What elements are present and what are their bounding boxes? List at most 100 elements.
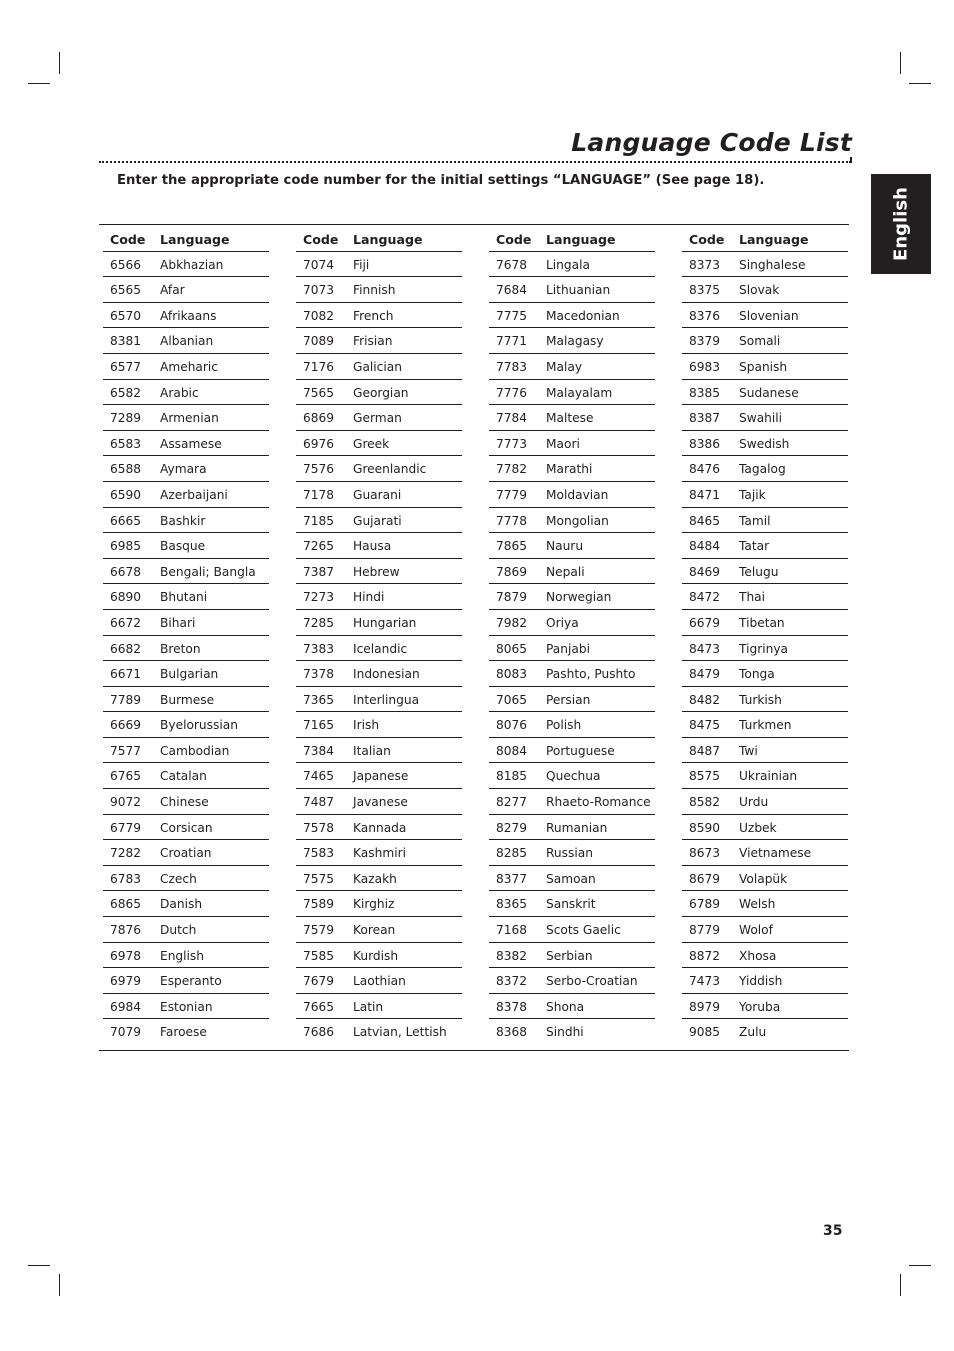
table-row: 6566 Abkhazian bbox=[103, 252, 269, 278]
table-row: 6671 Bulgarian bbox=[103, 661, 269, 687]
language-code: 8372 bbox=[496, 974, 528, 989]
table-row: 8872 Xhosa bbox=[682, 943, 848, 969]
language-name: Russian bbox=[546, 846, 593, 861]
language-name: Faroese bbox=[160, 1025, 207, 1040]
table-row: 8465 Tamil bbox=[682, 508, 848, 534]
language-name: Breton bbox=[160, 641, 201, 656]
language-code: 8376 bbox=[689, 308, 721, 323]
language-name: Basque bbox=[160, 539, 206, 554]
language-code: 7365 bbox=[303, 692, 335, 707]
table-row: 8076 Polish bbox=[489, 712, 655, 738]
table-row: 8779 Wolof bbox=[682, 917, 848, 943]
language-name: Indonesian bbox=[353, 667, 420, 682]
language-code: 7089 bbox=[303, 334, 335, 349]
language-code: 8673 bbox=[689, 846, 721, 861]
language-section-tab-label: English bbox=[890, 187, 912, 261]
language-name: Javanese bbox=[353, 795, 408, 810]
crop-mark-top-right-horizontal bbox=[909, 83, 931, 84]
language-name: Swedish bbox=[739, 436, 790, 451]
table-row: 7365 Interlingua bbox=[296, 687, 462, 713]
table-row: 6588 Aymara bbox=[103, 456, 269, 482]
language-name: Welsh bbox=[739, 897, 776, 912]
language-code: 7074 bbox=[303, 257, 335, 272]
language-name: Maltese bbox=[546, 411, 594, 426]
table-row: 7583 Kashmiri bbox=[296, 840, 462, 866]
language-code: 8575 bbox=[689, 769, 721, 784]
language-code: 7778 bbox=[496, 513, 528, 528]
table-row: 7178 Guarani bbox=[296, 482, 462, 508]
language-name: Fiji bbox=[353, 257, 370, 272]
language-name: Ameharic bbox=[160, 359, 218, 374]
language-code: 8590 bbox=[689, 820, 721, 835]
table-row: 7665 Latin bbox=[296, 994, 462, 1020]
table-row: 7879 Norwegian bbox=[489, 584, 655, 610]
language-name: Tonga bbox=[739, 667, 775, 682]
table-row: 7771 Malagasy bbox=[489, 328, 655, 354]
table-row: 6890 Bhutani bbox=[103, 584, 269, 610]
language-name: Malagasy bbox=[546, 334, 604, 349]
language-code: 7387 bbox=[303, 564, 335, 579]
language-code: 6682 bbox=[110, 641, 142, 656]
table-row: 8185 Quechua bbox=[489, 763, 655, 790]
language-name: Esperanto bbox=[160, 974, 222, 989]
table-row: 7165 Irish bbox=[296, 712, 462, 738]
table-row: 8979 Yoruba bbox=[682, 994, 848, 1020]
table-row: 6984 Estonian bbox=[103, 994, 269, 1020]
language-name: Serbian bbox=[546, 948, 593, 963]
language-code: 8084 bbox=[496, 743, 528, 758]
language-code: 8285 bbox=[496, 846, 528, 861]
language-code: 6679 bbox=[689, 615, 721, 630]
language-code: 6985 bbox=[110, 539, 142, 554]
table-row: 6979 Esperanto bbox=[103, 968, 269, 994]
table-row: 7869 Nepali bbox=[489, 559, 655, 585]
table-row: 7185 Gujarati bbox=[296, 508, 462, 534]
language-code: 6865 bbox=[110, 897, 142, 912]
header-language: Language bbox=[353, 232, 423, 247]
language-name: Singhalese bbox=[739, 257, 806, 272]
language-code: 7783 bbox=[496, 359, 528, 374]
language-name: Slovak bbox=[739, 283, 780, 298]
language-name: Somali bbox=[739, 334, 781, 349]
table-row: 7487 Javanese bbox=[296, 789, 462, 815]
language-name: Galician bbox=[353, 359, 402, 374]
language-name: Frisian bbox=[353, 334, 393, 349]
language-name: Turkmen bbox=[739, 718, 792, 733]
language-name: Kirghiz bbox=[353, 897, 395, 912]
language-name: Byelorussian bbox=[160, 718, 238, 733]
table-row: 8376 Slovenian bbox=[682, 303, 848, 329]
crop-mark-bottom-right-horizontal bbox=[909, 1265, 931, 1266]
language-code: 7876 bbox=[110, 923, 142, 938]
table-header-row: Code Language bbox=[296, 226, 462, 252]
language-code: 7686 bbox=[303, 1025, 335, 1040]
language-name: Interlingua bbox=[353, 692, 420, 707]
language-name: Bengali; Bangla bbox=[160, 564, 256, 579]
language-name: Latvian, Lettish bbox=[353, 1025, 447, 1040]
table-row: 7089 Frisian bbox=[296, 328, 462, 354]
language-code: 7273 bbox=[303, 590, 335, 605]
language-name: Kazakh bbox=[353, 871, 397, 886]
language-name: Laothian bbox=[353, 974, 406, 989]
language-code: 7779 bbox=[496, 487, 528, 502]
language-code: 9072 bbox=[110, 795, 142, 810]
crop-mark-bottom-left-horizontal bbox=[28, 1265, 50, 1266]
language-name: Thai bbox=[739, 590, 766, 605]
language-code: 6582 bbox=[110, 385, 142, 400]
table-row: 7578 Kannada bbox=[296, 815, 462, 841]
language-name: Xhosa bbox=[739, 948, 777, 963]
language-code: 6665 bbox=[110, 513, 142, 528]
language-code: 7773 bbox=[496, 436, 528, 451]
table-row: 7982 Oriya bbox=[489, 610, 655, 636]
table-row: 7273 Hindi bbox=[296, 584, 462, 610]
table-row: 7779 Moldavian bbox=[489, 482, 655, 508]
language-name: Chinese bbox=[160, 795, 209, 810]
language-code: 7487 bbox=[303, 795, 335, 810]
language-code: 7679 bbox=[303, 974, 335, 989]
table-row: 8575 Ukrainian bbox=[682, 763, 848, 790]
language-name: Persian bbox=[546, 692, 591, 707]
language-name: Estonian bbox=[160, 999, 213, 1014]
table-row: 7176 Galician bbox=[296, 354, 462, 380]
table-header-row: Code Language bbox=[682, 226, 848, 252]
table-row: 7686 Latvian, Lettish bbox=[296, 1019, 462, 1044]
language-code: 7577 bbox=[110, 743, 142, 758]
language-code: 8382 bbox=[496, 948, 528, 963]
